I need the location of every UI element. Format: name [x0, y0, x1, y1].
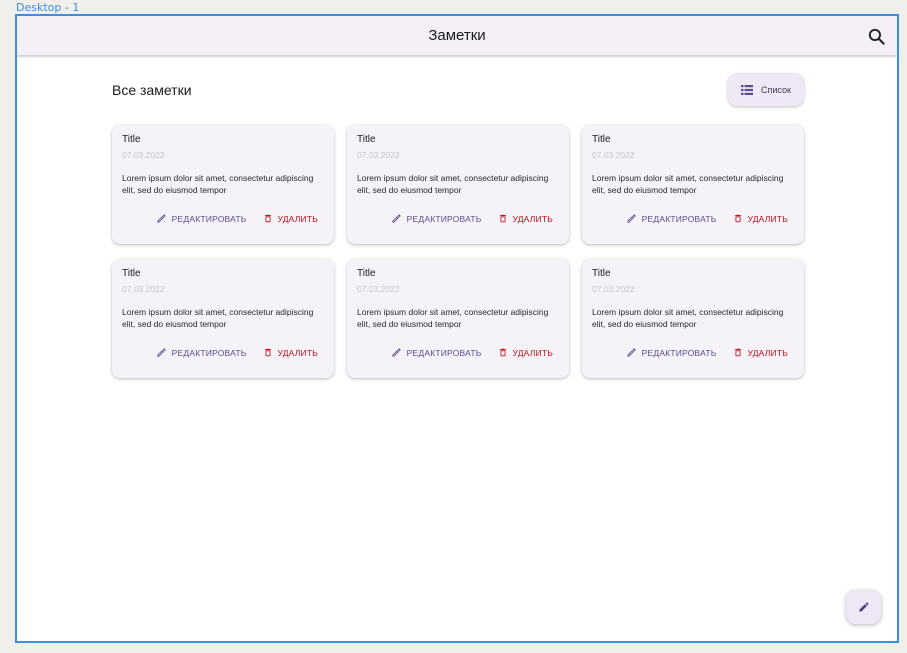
list-view-label: Список — [761, 84, 791, 95]
note-card[interactable]: Title 07.03.2022 Lorem ipsum dolor sit a… — [582, 125, 804, 244]
note-body: Lorem ipsum dolor sit amet, consectetur … — [592, 307, 784, 329]
note-actions: РЕДАКТИРОВАТЬ УДАЛИТЬ — [626, 213, 788, 224]
note-body: Lorem ipsum dolor sit amet, consectetur … — [357, 173, 549, 195]
trash-icon — [264, 214, 271, 223]
pencil-icon — [157, 214, 166, 223]
pencil-icon — [627, 348, 636, 357]
delete-label: УДАЛИТЬ — [512, 213, 553, 224]
edit-button[interactable]: РЕДАКТИРОВАТЬ — [391, 213, 482, 224]
delete-button[interactable]: УДАЛИТЬ — [498, 213, 554, 224]
delete-label: УДАЛИТЬ — [747, 347, 788, 358]
edit-label: РЕДАКТИРОВАТЬ — [406, 213, 482, 224]
pencil-icon — [627, 214, 636, 223]
edit-button[interactable]: РЕДАКТИРОВАТЬ — [156, 347, 247, 358]
note-actions: РЕДАКТИРОВАТЬ УДАЛИТЬ — [391, 347, 553, 358]
delete-label: УДАЛИТЬ — [747, 213, 788, 224]
note-actions: РЕДАКТИРОВАТЬ УДАЛИТЬ — [156, 213, 318, 224]
edit-label: РЕДАКТИРОВАТЬ — [641, 347, 717, 358]
note-date: 07.03.2022 — [357, 150, 400, 160]
note-date: 07.03.2022 — [122, 284, 165, 294]
note-actions: РЕДАКТИРОВАТЬ УДАЛИТЬ — [156, 347, 318, 358]
pencil-icon — [392, 348, 401, 357]
new-note-fab[interactable] — [846, 590, 881, 624]
edit-button[interactable]: РЕДАКТИРОВАТЬ — [626, 347, 717, 358]
frame-label: Desktop - 1 — [16, 1, 80, 14]
note-body: Lorem ipsum dolor sit amet, consectetur … — [122, 307, 314, 329]
search-icon — [868, 28, 885, 45]
note-card[interactable]: Title 07.03.2022 Lorem ipsum dolor sit a… — [582, 259, 804, 378]
trash-icon — [734, 348, 741, 357]
list-view-button[interactable]: Список — [728, 73, 804, 106]
note-card[interactable]: Title 07.03.2022 Lorem ipsum dolor sit a… — [112, 125, 334, 244]
note-title: Title — [592, 134, 611, 145]
note-title: Title — [122, 268, 141, 279]
note-card[interactable]: Title 07.03.2022 Lorem ipsum dolor sit a… — [112, 259, 334, 378]
delete-button[interactable]: УДАЛИТЬ — [733, 347, 789, 358]
note-card[interactable]: Title 07.03.2022 Lorem ipsum dolor sit a… — [347, 259, 569, 378]
trash-icon — [734, 214, 741, 223]
app-title: Заметки — [428, 27, 486, 44]
trash-icon — [499, 214, 506, 223]
pencil-icon — [392, 214, 401, 223]
note-actions: РЕДАКТИРОВАТЬ УДАЛИТЬ — [391, 213, 553, 224]
desktop-frame: Заметки Все заметки Список Title 07.03.2… — [15, 14, 899, 643]
delete-label: УДАЛИТЬ — [277, 347, 318, 358]
trash-icon — [499, 348, 506, 357]
edit-label: РЕДАКТИРОВАТЬ — [641, 213, 717, 224]
note-title: Title — [357, 268, 376, 279]
note-body: Lorem ipsum dolor sit amet, consectetur … — [592, 173, 784, 195]
section-title: Все заметки — [112, 82, 192, 98]
note-date: 07.03.2022 — [592, 284, 635, 294]
delete-button[interactable]: УДАЛИТЬ — [733, 213, 789, 224]
edit-label: РЕДАКТИРОВАТЬ — [171, 347, 247, 358]
note-title: Title — [122, 134, 141, 145]
edit-button[interactable]: РЕДАКТИРОВАТЬ — [391, 347, 482, 358]
pencil-icon — [859, 602, 869, 612]
note-date: 07.03.2022 — [357, 284, 400, 294]
note-actions: РЕДАКТИРОВАТЬ УДАЛИТЬ — [626, 347, 788, 358]
delete-label: УДАЛИТЬ — [512, 347, 553, 358]
delete-button[interactable]: УДАЛИТЬ — [263, 347, 319, 358]
note-body: Lorem ipsum dolor sit amet, consectetur … — [357, 307, 549, 329]
edit-label: РЕДАКТИРОВАТЬ — [406, 347, 482, 358]
note-card[interactable]: Title 07.03.2022 Lorem ipsum dolor sit a… — [347, 125, 569, 244]
note-date: 07.03.2022 — [592, 150, 635, 160]
delete-button[interactable]: УДАЛИТЬ — [263, 213, 319, 224]
note-body: Lorem ipsum dolor sit amet, consectetur … — [122, 173, 314, 195]
pencil-icon — [157, 348, 166, 357]
edit-label: РЕДАКТИРОВАТЬ — [171, 213, 247, 224]
list-icon — [741, 84, 754, 95]
delete-label: УДАЛИТЬ — [277, 213, 318, 224]
delete-button[interactable]: УДАЛИТЬ — [498, 347, 554, 358]
edit-button[interactable]: РЕДАКТИРОВАТЬ — [156, 213, 247, 224]
edit-button[interactable]: РЕДАКТИРОВАТЬ — [626, 213, 717, 224]
note-title: Title — [592, 268, 611, 279]
note-title: Title — [357, 134, 376, 145]
search-button[interactable] — [865, 25, 887, 47]
note-date: 07.03.2022 — [122, 150, 165, 160]
top-app-bar: Заметки — [17, 16, 897, 56]
trash-icon — [264, 348, 271, 357]
